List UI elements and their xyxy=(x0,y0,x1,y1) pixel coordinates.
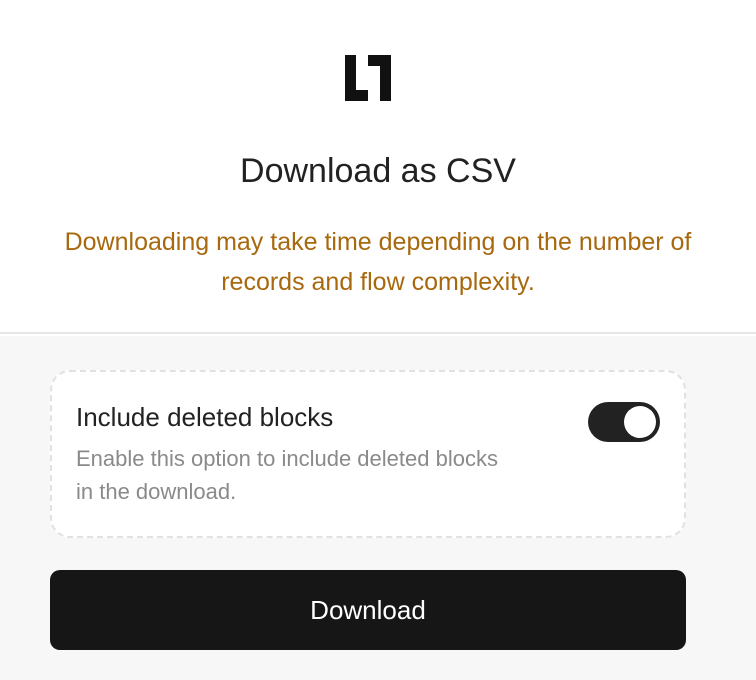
dialog-header: Download as CSV Downloading may take tim… xyxy=(0,0,756,334)
option-title: Include deleted blocks xyxy=(76,402,334,432)
brand-logo-icon xyxy=(345,55,391,101)
include-deleted-option-card: Include deleted blocks Enable this optio… xyxy=(50,370,686,538)
download-button[interactable]: Download xyxy=(50,570,686,650)
dialog-body: Include deleted blocks Enable this optio… xyxy=(0,336,756,680)
option-description: Enable this option to include deleted bl… xyxy=(76,446,498,504)
include-deleted-toggle[interactable] xyxy=(588,402,660,442)
download-csv-dialog: Download as CSV Downloading may take tim… xyxy=(0,0,756,680)
dialog-title: Download as CSV xyxy=(240,152,516,190)
warning-message: Downloading may take time depending on t… xyxy=(64,228,692,296)
toggle-knob xyxy=(624,406,656,438)
